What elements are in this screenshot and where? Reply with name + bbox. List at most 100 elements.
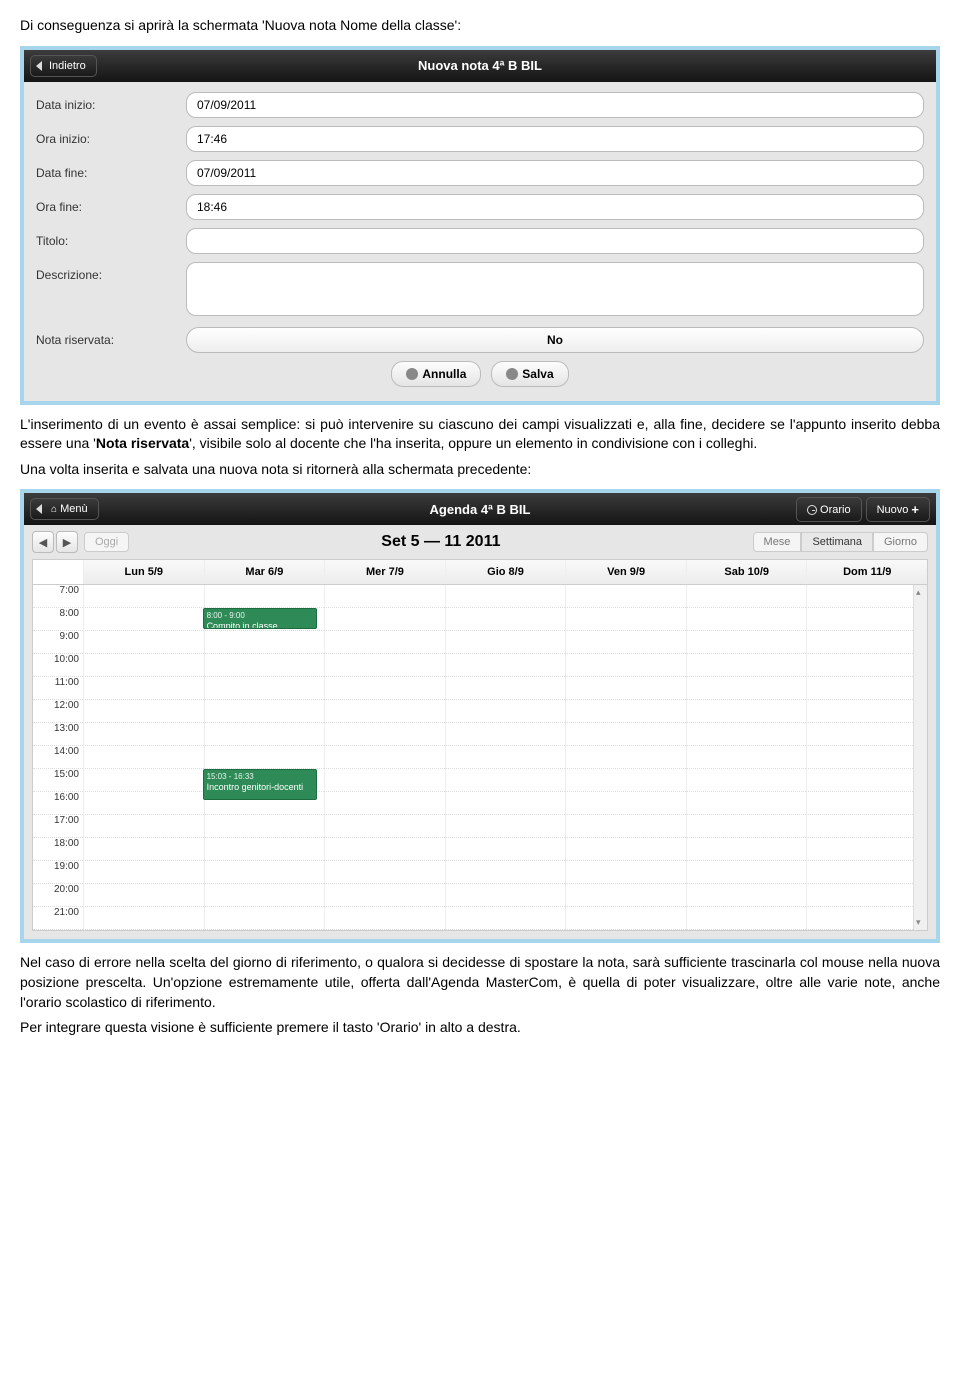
tab-settimana[interactable]: Settimana <box>801 532 873 552</box>
input-ora-inizio[interactable] <box>186 126 924 152</box>
calendar-cell[interactable] <box>565 815 686 838</box>
calendar-cell[interactable] <box>204 631 325 654</box>
calendar-cell[interactable] <box>324 746 445 769</box>
calendar-cell[interactable] <box>565 769 686 792</box>
calendar-cell[interactable] <box>806 631 927 654</box>
calendar-cell[interactable] <box>445 907 566 930</box>
calendar-cell[interactable] <box>686 585 807 608</box>
calendar-cell[interactable] <box>565 631 686 654</box>
calendar-cell[interactable] <box>83 907 204 930</box>
calendar-cell[interactable] <box>204 815 325 838</box>
scrollbar[interactable] <box>913 585 927 930</box>
calendar-cell[interactable] <box>686 792 807 815</box>
calendar-cell[interactable] <box>324 907 445 930</box>
calendar-cell[interactable] <box>565 677 686 700</box>
calendar-cell[interactable] <box>565 700 686 723</box>
calendar-cell[interactable] <box>565 654 686 677</box>
calendar-cell[interactable] <box>204 861 325 884</box>
calendar-cell[interactable] <box>83 585 204 608</box>
calendar-cell[interactable] <box>565 746 686 769</box>
calendar-cell[interactable] <box>83 884 204 907</box>
calendar-cell[interactable] <box>686 815 807 838</box>
calendar-cell[interactable] <box>686 654 807 677</box>
calendar-cell[interactable] <box>83 700 204 723</box>
calendar-cell[interactable] <box>806 585 927 608</box>
calendar-cell[interactable] <box>445 723 566 746</box>
calendar-cell[interactable] <box>565 792 686 815</box>
save-button[interactable]: Salva <box>491 361 568 387</box>
calendar-cell[interactable] <box>83 838 204 861</box>
input-data-inizio[interactable] <box>186 92 924 118</box>
calendar-cell[interactable] <box>204 677 325 700</box>
calendar-cell[interactable] <box>83 654 204 677</box>
calendar-cell[interactable] <box>324 861 445 884</box>
calendar-cell[interactable] <box>686 884 807 907</box>
calendar-cell[interactable] <box>686 838 807 861</box>
nuovo-button[interactable]: Nuovo+ <box>866 497 930 522</box>
calendar-cell[interactable] <box>204 585 325 608</box>
calendar-cell[interactable] <box>445 815 566 838</box>
calendar-cell[interactable] <box>806 907 927 930</box>
calendar-cell[interactable] <box>83 746 204 769</box>
input-descrizione[interactable] <box>186 262 924 316</box>
calendar-cell[interactable] <box>324 884 445 907</box>
calendar-cell[interactable] <box>565 861 686 884</box>
calendar-cell[interactable] <box>204 746 325 769</box>
calendar-cell[interactable] <box>806 769 927 792</box>
calendar-cell[interactable] <box>686 907 807 930</box>
calendar-cell[interactable] <box>565 884 686 907</box>
cancel-button[interactable]: Annulla <box>391 361 481 387</box>
calendar-cell[interactable] <box>445 631 566 654</box>
input-titolo[interactable] <box>186 228 924 254</box>
back-button[interactable]: Indietro <box>30 55 97 77</box>
calendar-cell[interactable] <box>204 907 325 930</box>
calendar-cell[interactable] <box>806 792 927 815</box>
menu-button[interactable]: ⌂ Menù <box>30 498 99 520</box>
calendar-cell[interactable] <box>686 746 807 769</box>
tab-giorno[interactable]: Giorno <box>873 532 928 552</box>
calendar-cell[interactable] <box>324 838 445 861</box>
calendar-cell[interactable] <box>806 700 927 723</box>
calendar-cell[interactable] <box>83 861 204 884</box>
calendar-event[interactable]: 8:00 - 9:00Compito in classe <box>203 608 318 629</box>
calendar-cell[interactable] <box>565 608 686 631</box>
prev-button[interactable]: ◀ <box>32 531 54 553</box>
calendar-cell[interactable] <box>806 677 927 700</box>
calendar-cell[interactable] <box>686 677 807 700</box>
calendar-cell[interactable] <box>806 608 927 631</box>
calendar-cell[interactable] <box>445 700 566 723</box>
calendar-cell[interactable] <box>324 792 445 815</box>
input-data-fine[interactable] <box>186 160 924 186</box>
calendar-cell[interactable] <box>686 608 807 631</box>
calendar-cell[interactable] <box>83 631 204 654</box>
calendar-cell[interactable] <box>565 723 686 746</box>
tab-mese[interactable]: Mese <box>753 532 802 552</box>
today-button[interactable]: Oggi <box>84 532 129 552</box>
calendar-cell[interactable] <box>324 585 445 608</box>
calendar-cell[interactable] <box>204 700 325 723</box>
calendar-event[interactable]: 15:03 - 16:33Incontro genitori-docenti <box>203 769 318 799</box>
calendar-cell[interactable] <box>204 838 325 861</box>
calendar-cell[interactable] <box>445 861 566 884</box>
calendar-cell[interactable] <box>806 654 927 677</box>
calendar-cell[interactable] <box>83 769 204 792</box>
calendar-cell[interactable] <box>324 723 445 746</box>
orario-button[interactable]: Orario <box>796 497 862 522</box>
calendar-cell[interactable] <box>445 769 566 792</box>
calendar-cell[interactable] <box>445 608 566 631</box>
calendar-cell[interactable] <box>806 815 927 838</box>
calendar-cell[interactable] <box>83 608 204 631</box>
calendar-cell[interactable] <box>324 700 445 723</box>
calendar-cell[interactable] <box>324 815 445 838</box>
calendar-cell[interactable] <box>686 700 807 723</box>
calendar-cell[interactable] <box>806 884 927 907</box>
calendar-cell[interactable] <box>806 838 927 861</box>
calendar-cell[interactable] <box>686 631 807 654</box>
calendar-cell[interactable] <box>806 746 927 769</box>
input-ora-fine[interactable] <box>186 194 924 220</box>
calendar-cell[interactable] <box>806 723 927 746</box>
calendar-cell[interactable] <box>324 608 445 631</box>
calendar-cell[interactable] <box>83 723 204 746</box>
calendar-cell[interactable] <box>445 585 566 608</box>
calendar-cell[interactable] <box>565 585 686 608</box>
